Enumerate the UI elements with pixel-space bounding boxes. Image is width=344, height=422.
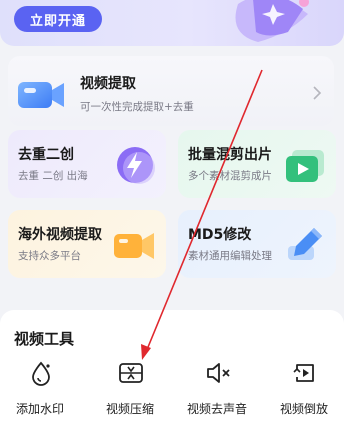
- tile-title: 去重二创: [18, 147, 74, 163]
- tile-subtitle: 去重 二创 出海: [18, 170, 88, 182]
- extract-title: 视频提取: [80, 76, 136, 92]
- tile-title: 海外视频提取: [18, 227, 102, 243]
- tile-subtitle: 多个素材混剪成片: [188, 170, 272, 182]
- lightning-icon: [117, 147, 155, 184]
- tile-overseas-extract[interactable]: 海外视频提取 支持众多平台: [8, 210, 166, 278]
- film-play-icon: [286, 150, 324, 182]
- pencil-icon: [288, 228, 322, 260]
- open-vip-button[interactable]: 立即开通: [14, 6, 102, 32]
- tool-add-watermark[interactable]: 添加水印: [0, 360, 80, 420]
- orange-camera-icon: [114, 233, 154, 259]
- reverse-icon: [293, 364, 314, 382]
- tile-title: MD5修改: [188, 227, 252, 243]
- video-extract-card[interactable]: 视频提取 可一次性完成提取+去重: [8, 56, 334, 126]
- video-camera-icon: [18, 82, 64, 108]
- tool-label: 视频压缩: [105, 402, 154, 416]
- tool-label: 添加水印: [15, 402, 64, 416]
- tool-label: 视频去声音: [186, 402, 247, 416]
- tile-title: 批量混剪出片: [188, 147, 272, 163]
- tile-batch-mix[interactable]: 批量混剪出片 多个素材混剪成片: [178, 130, 336, 198]
- extract-subtitle: 可一次性完成提取+去重: [80, 101, 194, 113]
- tool-video-reverse[interactable]: 视频倒放: [264, 360, 344, 420]
- tool-remove-audio[interactable]: 视频去声音: [177, 360, 257, 420]
- vip-banner[interactable]: 立即开通: [0, 0, 344, 46]
- chevron-right-icon: [313, 86, 322, 100]
- tile-subtitle: 素材通用编辑处理: [188, 250, 272, 262]
- compress-icon: [119, 363, 143, 383]
- tool-video-compress[interactable]: 视频压缩: [90, 360, 170, 420]
- watermark-icon: [32, 361, 50, 386]
- tile-dedup-remix[interactable]: 去重二创 去重 二创 出海: [8, 130, 166, 198]
- tile-md5-modify[interactable]: MD5修改 素材通用编辑处理: [178, 210, 336, 278]
- banner-decoration-icon: [235, 0, 309, 42]
- mute-icon: [207, 363, 230, 383]
- tile-subtitle: 支持众多平台: [18, 250, 81, 262]
- video-tools-title: 视频工具: [14, 330, 75, 348]
- tool-label: 视频倒放: [279, 402, 328, 416]
